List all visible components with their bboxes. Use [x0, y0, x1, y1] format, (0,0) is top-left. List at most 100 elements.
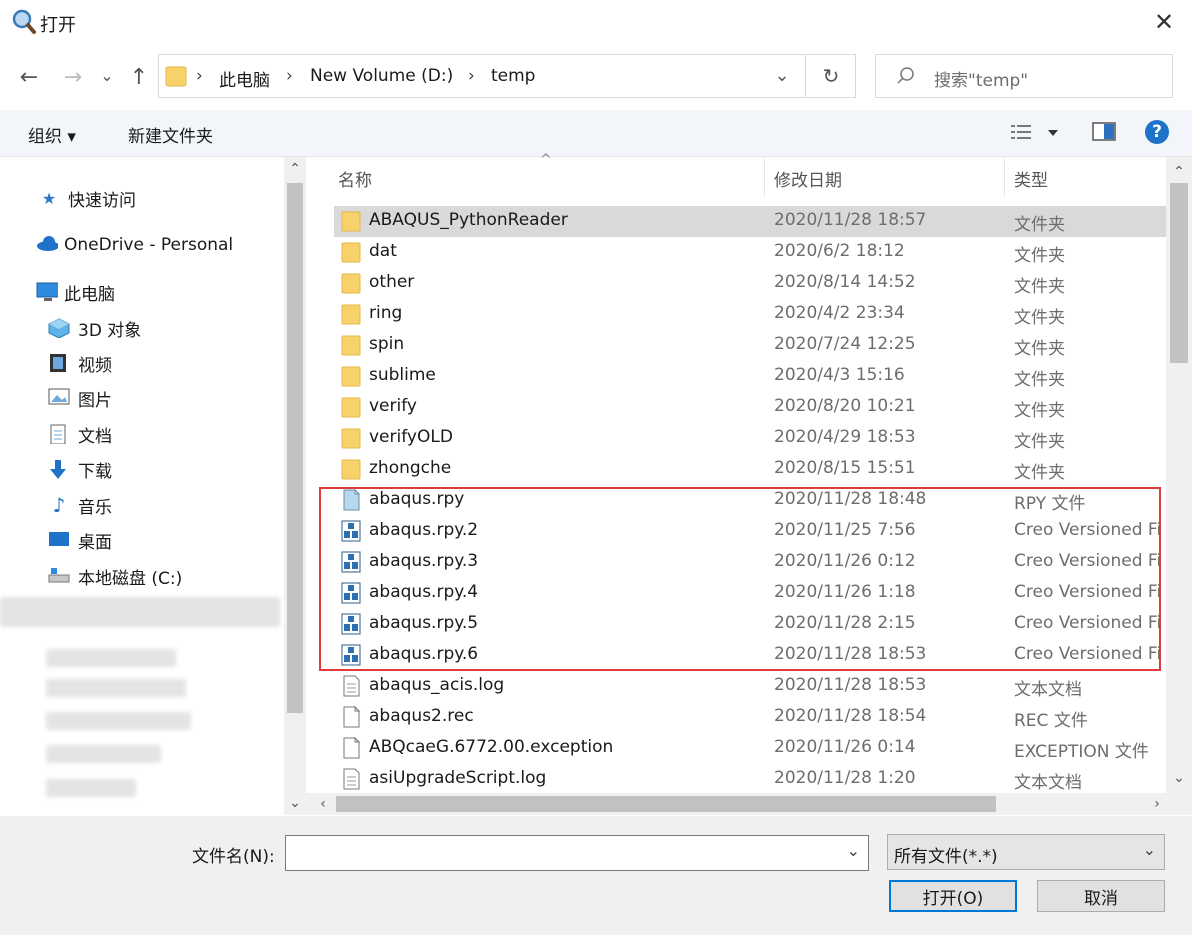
- new-folder-button[interactable]: 新建文件夹: [128, 122, 213, 147]
- filename-input[interactable]: ⌄: [285, 835, 869, 871]
- file-date: 2020/6/2 18:12: [774, 241, 905, 261]
- cloud-icon: [37, 236, 58, 251]
- column-header-date[interactable]: 修改日期: [774, 166, 842, 191]
- scroll-left-arrow-icon[interactable]: ‹: [312, 793, 334, 815]
- sidebar-item-this-pc[interactable]: 此电脑: [36, 277, 115, 307]
- file-type-filter-value: 所有文件(*.*): [894, 847, 998, 867]
- close-icon[interactable]: ✕: [1148, 6, 1180, 38]
- up-button[interactable]: ↑: [124, 62, 154, 92]
- sidebar-item-pictures[interactable]: 图片: [48, 383, 112, 413]
- file-type-filter-select[interactable]: 所有文件(*.*) ⌄: [887, 834, 1165, 870]
- breadcrumb-this-pc[interactable]: 此电脑: [219, 66, 270, 91]
- open-button[interactable]: 打开(O): [889, 880, 1017, 912]
- address-dropdown-icon[interactable]: ⌄: [770, 60, 794, 90]
- sidebar-item-downloads[interactable]: 下载: [48, 454, 112, 484]
- highlight-annotation-box: [319, 487, 1161, 671]
- file-name: zhongche: [369, 458, 452, 478]
- file-scroll-thumb[interactable]: [1170, 183, 1188, 363]
- address-divider: [805, 54, 806, 98]
- forward-button[interactable]: →: [58, 62, 88, 92]
- file-date: 2020/11/28 18:57: [774, 210, 927, 230]
- chevron-down-icon[interactable]: ⌄: [847, 841, 860, 860]
- folder-icon: [341, 304, 361, 325]
- file-type: 文件夹: [1014, 463, 1065, 483]
- column-header-type[interactable]: 类型: [1014, 166, 1048, 191]
- sidebar-item-music[interactable]: ♪ 音乐: [48, 490, 112, 520]
- file-name: abaqus2.rec: [369, 706, 474, 726]
- video-icon: [50, 354, 66, 372]
- help-icon[interactable]: ?: [1145, 120, 1169, 144]
- refresh-icon[interactable]: ↻: [816, 60, 846, 92]
- sidebar-item-desktop[interactable]: 桌面: [48, 525, 112, 555]
- sidebar-item-label: 此电脑: [64, 284, 115, 305]
- file-row[interactable]: other 2020/8/14 14:52 文件夹: [334, 268, 1166, 299]
- sidebar-item-quick-access[interactable]: ★ 快速访问: [38, 183, 136, 213]
- file-row[interactable]: spin 2020/7/24 12:25 文件夹: [334, 330, 1166, 361]
- sidebar-item-label: OneDrive - Personal: [64, 235, 234, 255]
- file-type: 文件夹: [1014, 339, 1065, 359]
- file-type: 文件夹: [1014, 215, 1065, 235]
- scroll-right-arrow-icon[interactable]: ›: [1146, 793, 1168, 815]
- file-row[interactable]: dat 2020/6/2 18:12 文件夹: [334, 237, 1166, 268]
- column-divider[interactable]: [1004, 157, 1005, 197]
- search-placeholder: 搜索"temp": [934, 71, 1029, 91]
- file-hscroll-thumb[interactable]: [336, 796, 996, 812]
- sidebar-item-videos[interactable]: 视频: [48, 348, 112, 378]
- blank-file-icon: [343, 706, 361, 728]
- download-icon: [50, 460, 66, 479]
- file-row[interactable]: verifyOLD 2020/4/29 18:53 文件夹: [334, 423, 1166, 454]
- nav-pane-scrollbar[interactable]: ⌃ ⌄: [284, 157, 306, 815]
- scroll-down-arrow-icon[interactable]: ⌄: [1166, 767, 1192, 789]
- blurred-nav-item: [46, 779, 136, 797]
- sidebar-item-onedrive[interactable]: OneDrive - Personal: [36, 230, 233, 260]
- window-title: 打开: [40, 15, 76, 36]
- file-date: 2020/4/29 18:53: [774, 427, 916, 447]
- scroll-up-arrow-icon[interactable]: ⌃: [1166, 161, 1192, 183]
- scroll-up-arrow-icon[interactable]: ⌃: [284, 159, 306, 179]
- file-row[interactable]: ABAQUS_PythonReader 2020/11/28 18:57 文件夹: [334, 206, 1166, 237]
- breadcrumb-new-volume[interactable]: New Volume (D:): [310, 66, 453, 86]
- sidebar-item-3d-objects[interactable]: 3D 对象: [48, 313, 141, 343]
- back-button[interactable]: ←: [14, 62, 44, 92]
- file-list-scrollbar[interactable]: ⌃ ⌄: [1166, 157, 1192, 793]
- scroll-down-arrow-icon[interactable]: ⌄: [284, 793, 306, 813]
- column-divider[interactable]: [764, 157, 765, 197]
- file-row[interactable]: abaqus_acis.log 2020/11/28 18:53 文本文档: [334, 671, 1166, 702]
- sidebar-item-local-disk-c[interactable]: 本地磁盘 (C:): [48, 561, 182, 591]
- column-header-name[interactable]: 名称: [338, 166, 372, 191]
- file-date: 2020/11/28 18:53: [774, 675, 927, 695]
- file-row[interactable]: asiUpgradeScript.log 2020/11/28 1:20 文本文档: [334, 764, 1166, 795]
- file-type: 文本文档: [1014, 773, 1082, 793]
- file-type: EXCEPTION 文件: [1014, 742, 1149, 762]
- file-row[interactable]: abaqus2.rec 2020/11/28 18:54 REC 文件: [334, 702, 1166, 733]
- file-list-hscrollbar[interactable]: ‹ ›: [306, 793, 1192, 815]
- file-name: ring: [369, 303, 403, 323]
- recent-locations-button[interactable]: ⌄: [96, 60, 118, 90]
- file-name: asiUpgradeScript.log: [369, 768, 547, 788]
- file-row[interactable]: verify 2020/8/20 10:21 文件夹: [334, 392, 1166, 423]
- file-row[interactable]: zhongche 2020/8/15 15:51 文件夹: [334, 454, 1166, 485]
- file-row[interactable]: ABQcaeG.6772.00.exception 2020/11/26 0:14…: [334, 733, 1166, 764]
- folder-icon: [341, 242, 361, 263]
- picture-icon: [48, 388, 70, 405]
- search-magnifier-icon: [12, 9, 36, 34]
- blank-file-icon: [343, 737, 361, 759]
- cube-icon: [48, 318, 70, 338]
- organize-button[interactable]: 组织 ▾: [28, 122, 76, 147]
- file-row[interactable]: sublime 2020/4/3 15:16 文件夹: [334, 361, 1166, 392]
- folder-icon: [341, 211, 361, 232]
- nav-scroll-thumb[interactable]: [287, 183, 303, 713]
- filename-label: 文件名(N):: [192, 847, 275, 867]
- text-file-icon: [343, 675, 360, 697]
- sidebar-item-documents[interactable]: 文档: [48, 419, 112, 449]
- star-icon: ★: [41, 188, 57, 208]
- desktop-icon: [49, 532, 69, 546]
- chevron-down-icon[interactable]: ⌄: [1143, 840, 1156, 859]
- file-row[interactable]: ring 2020/4/2 23:34 文件夹: [334, 299, 1166, 330]
- file-date: 2020/11/26 0:14: [774, 737, 916, 757]
- view-options-icon[interactable]: [1010, 122, 1062, 142]
- breadcrumb-temp[interactable]: temp: [491, 66, 535, 86]
- preview-pane-icon[interactable]: [1092, 122, 1118, 142]
- cancel-button[interactable]: 取消: [1037, 880, 1165, 912]
- file-type: 文本文档: [1014, 680, 1082, 700]
